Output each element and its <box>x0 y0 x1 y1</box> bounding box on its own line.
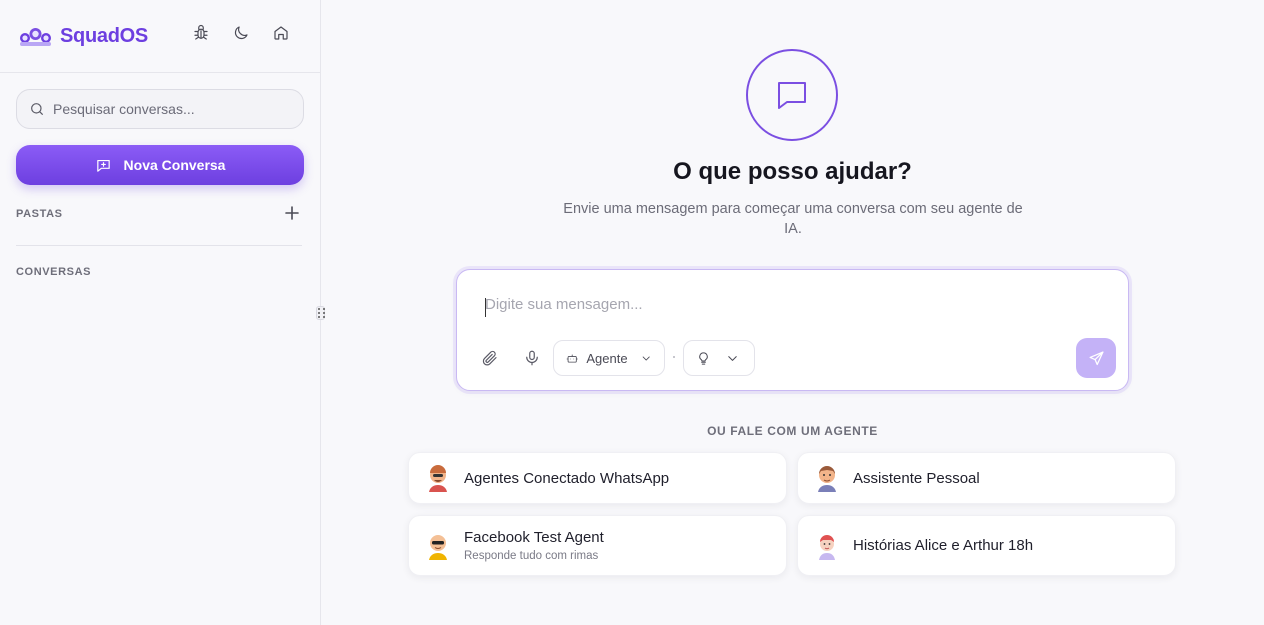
lightbulb-icon <box>699 351 708 365</box>
send-icon <box>1088 350 1104 365</box>
search-box[interactable] <box>16 89 304 129</box>
main-area: O que posso ajudar? Envie uma mensagem p… <box>321 0 1264 625</box>
new-conversation-button[interactable]: Nova Conversa <box>16 145 304 185</box>
send-button[interactable] <box>1076 338 1116 378</box>
agent-card[interactable]: Histórias Alice e Arthur 18h <box>797 515 1176 576</box>
bug-icon[interactable] <box>192 24 210 42</box>
hero-badge <box>746 49 838 141</box>
sidebar-divider <box>16 245 302 246</box>
agent-info: Histórias Alice e Arthur 18h <box>853 537 1033 554</box>
squad-logo-icon <box>20 28 51 46</box>
agent-avatar-icon <box>429 465 447 492</box>
agent-selector[interactable]: Agente <box>553 340 665 376</box>
agent-card[interactable]: Facebook Test Agent Responde tudo com ri… <box>408 515 787 576</box>
folders-heading: PASTAS <box>16 208 63 220</box>
agent-description: Responde tudo com rimas <box>464 550 599 562</box>
app-name: SquadOS <box>60 24 148 47</box>
agent-info: Agentes Conectado WhatsApp <box>464 470 669 487</box>
new-conversation-label: Nova Conversa <box>123 157 226 173</box>
add-folder-button[interactable] <box>284 205 300 221</box>
agent-card[interactable]: Assistente Pessoal <box>797 452 1176 504</box>
plus-icon <box>285 206 299 220</box>
message-composer: Agente <box>456 269 1129 391</box>
agent-selector-label: Agente <box>586 350 628 366</box>
agent-name: Agentes Conectado WhatsApp <box>464 469 670 487</box>
page-title: O que posso ajudar? <box>673 158 912 185</box>
app-root: SquadOS Nova Conversa PASTAS <box>0 0 1264 625</box>
suggestions-selector[interactable] <box>683 340 755 376</box>
paperclip-icon[interactable] <box>481 349 499 367</box>
search-input[interactable] <box>53 101 293 117</box>
agent-name: Histórias Alice e Arthur 18h <box>853 537 1034 554</box>
header-icons <box>192 24 290 42</box>
separator-dot <box>673 356 675 358</box>
chevron-down-icon <box>642 356 650 360</box>
agent-avatar-icon <box>429 534 447 560</box>
message-input[interactable] <box>485 296 1085 320</box>
logo[interactable]: SquadOS <box>19 25 148 48</box>
agent-avatar-icon <box>819 534 835 560</box>
page-subtitle: Envie uma mensagem para começar uma conv… <box>563 201 1023 237</box>
agent-card[interactable]: Agentes Conectado WhatsApp <box>408 452 787 504</box>
new-chat-icon <box>96 159 110 172</box>
search-icon <box>31 103 43 115</box>
agent-name: Facebook Test Agent <box>464 529 604 546</box>
agent-avatar-icon <box>818 466 836 492</box>
agents-heading: OU FALE COM UM AGENTE <box>707 424 878 438</box>
home-icon[interactable] <box>272 24 290 42</box>
microphone-icon[interactable] <box>523 349 541 367</box>
sidebar: SquadOS Nova Conversa PASTAS <box>0 0 321 625</box>
conversations-heading: CONVERSAS <box>16 266 92 278</box>
message-square-icon <box>778 82 806 109</box>
moon-icon[interactable] <box>232 24 250 42</box>
sidebar-header: SquadOS <box>0 0 320 73</box>
chevron-down-icon <box>728 355 737 361</box>
agent-info: Facebook Test Agent Responde tudo com ri… <box>464 529 604 562</box>
agent-name: Assistente Pessoal <box>853 469 980 487</box>
bot-icon <box>566 353 578 363</box>
agent-info: Assistente Pessoal <box>853 470 980 487</box>
text-caret <box>485 298 486 317</box>
